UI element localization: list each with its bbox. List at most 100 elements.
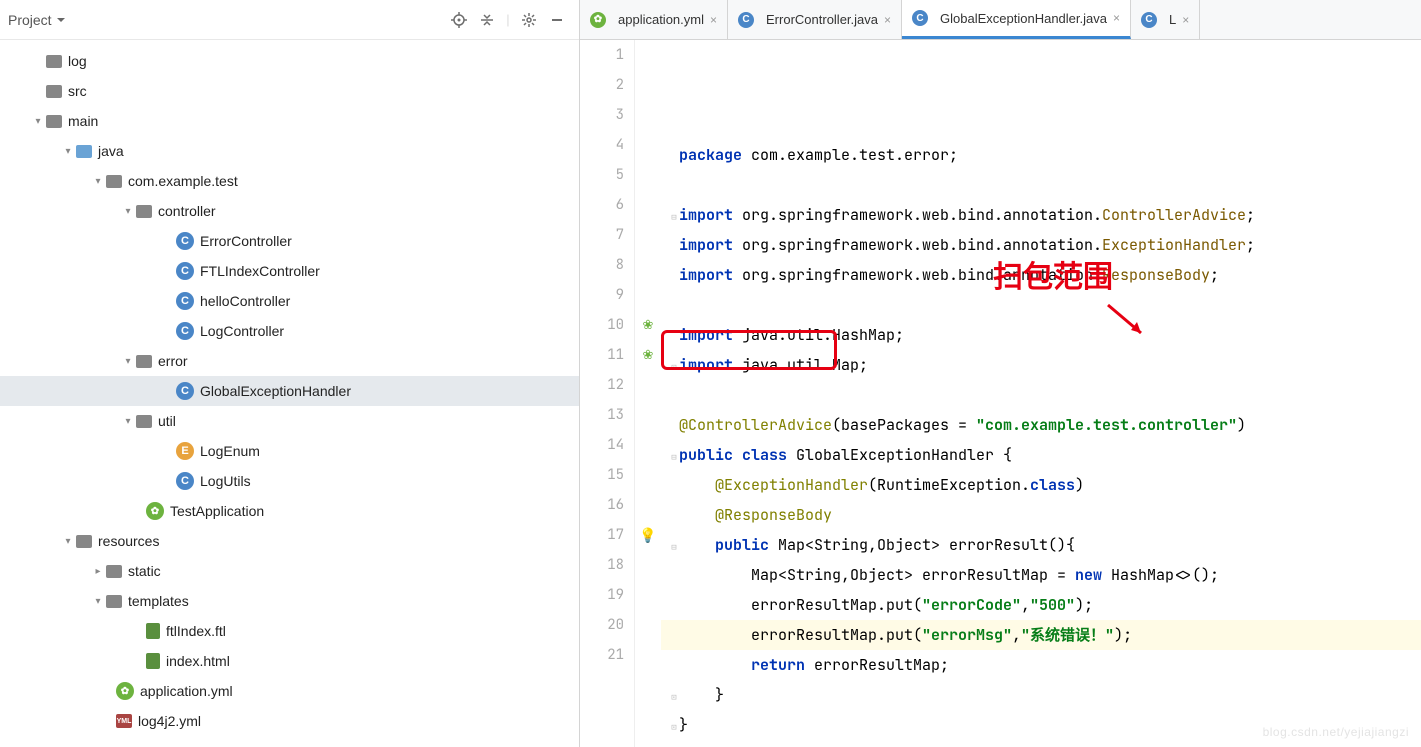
gutter-icon-slot bbox=[635, 550, 661, 580]
chevron-icon[interactable]: ▾ bbox=[120, 206, 136, 217]
tree-node[interactable]: GlobalExceptionHandler bbox=[0, 376, 579, 406]
tab-close-icon[interactable]: × bbox=[884, 13, 891, 27]
tree-node[interactable]: TestApplication bbox=[0, 496, 579, 526]
editor-tab[interactable]: GlobalExceptionHandler.java× bbox=[902, 0, 1131, 39]
code-line[interactable] bbox=[661, 380, 1421, 410]
code-line[interactable]: import java.util.HashMap; bbox=[661, 320, 1421, 350]
tree-node-label: src bbox=[68, 83, 87, 99]
collapse-icon[interactable] bbox=[473, 6, 501, 34]
fold-icon[interactable]: ⊟ bbox=[669, 202, 679, 232]
tree-node[interactable]: FTLIndexController bbox=[0, 256, 579, 286]
chevron-icon[interactable]: ▸ bbox=[90, 566, 106, 577]
tree-node-label: TestApplication bbox=[170, 503, 264, 519]
sidebar-title[interactable]: Project bbox=[8, 12, 66, 28]
tab-close-icon[interactable]: × bbox=[1182, 13, 1189, 27]
chevron-icon[interactable]: ▾ bbox=[60, 146, 76, 157]
tree-node-label: com.example.test bbox=[128, 173, 238, 189]
tree-node[interactable]: LogUtils bbox=[0, 466, 579, 496]
folder-icon bbox=[46, 115, 62, 128]
code-line[interactable]: errorResultMap.put("errorMsg","系统错误！"); bbox=[661, 620, 1421, 650]
chevron-icon[interactable]: ▾ bbox=[90, 176, 106, 187]
tree-node[interactable]: ▾util bbox=[0, 406, 579, 436]
editor-tab[interactable]: ErrorController.java× bbox=[728, 0, 902, 39]
chevron-icon[interactable]: ▾ bbox=[120, 356, 136, 367]
code-line[interactable]: import org.springframework.web.bind.anno… bbox=[661, 260, 1421, 290]
bulb-icon[interactable]: 💡 bbox=[639, 520, 656, 550]
tree-node[interactable]: log4j2.yml bbox=[0, 706, 579, 736]
gutter-icon-slot bbox=[635, 100, 661, 130]
sidebar-title-text: Project bbox=[8, 12, 52, 28]
code-area[interactable]: 扫包范围 package com.example.test.error;⊟imp… bbox=[661, 40, 1421, 747]
code-line[interactable]: errorResultMap.put("errorCode","500"); bbox=[661, 590, 1421, 620]
gutter-icon-slot bbox=[635, 400, 661, 430]
fold-icon[interactable]: ⊡ bbox=[669, 352, 679, 382]
dropdown-icon bbox=[56, 15, 66, 25]
folder-icon bbox=[106, 595, 122, 608]
tree-node[interactable]: ▾error bbox=[0, 346, 579, 376]
line-number: 16 bbox=[580, 490, 624, 520]
code-line[interactable]: ⊟import org.springframework.web.bind.ann… bbox=[661, 200, 1421, 230]
tree-node-label: ErrorController bbox=[200, 233, 292, 249]
code-line[interactable]: ⊟ public Map<String,Object> errorResult(… bbox=[661, 530, 1421, 560]
tree-node[interactable]: log bbox=[0, 46, 579, 76]
fold-icon[interactable]: ⊟ bbox=[669, 442, 679, 472]
minimize-icon[interactable] bbox=[543, 6, 571, 34]
chevron-icon[interactable]: ▾ bbox=[90, 596, 106, 607]
code-line[interactable]: return errorResultMap; bbox=[661, 650, 1421, 680]
project-tree[interactable]: logsrc▾main▾java▾com.example.test▾contro… bbox=[0, 40, 579, 747]
tree-node-label: LogController bbox=[200, 323, 284, 339]
tree-node[interactable]: application.yml bbox=[0, 676, 579, 706]
code-line[interactable]: Map<String,Object> errorResultMap = new … bbox=[661, 560, 1421, 590]
editor-tab[interactable]: application.yml× bbox=[580, 0, 728, 39]
class-icon bbox=[176, 382, 194, 400]
tree-node[interactable]: ▾main bbox=[0, 106, 579, 136]
editor-body: 123456789101112131415161718192021 ❀❀💡 扫包… bbox=[580, 40, 1421, 747]
line-number: 17 bbox=[580, 520, 624, 550]
code-line[interactable]: @ResponseBody bbox=[661, 500, 1421, 530]
editor-tab[interactable]: L× bbox=[1131, 0, 1200, 39]
chevron-icon[interactable]: ▾ bbox=[120, 416, 136, 427]
tree-node[interactable]: ErrorController bbox=[0, 226, 579, 256]
chevron-icon[interactable]: ▾ bbox=[30, 116, 46, 127]
spring-bean-icon[interactable]: ❀ bbox=[643, 340, 654, 370]
class-icon bbox=[912, 10, 928, 26]
code-line[interactable] bbox=[661, 290, 1421, 320]
gutter-icon-slot bbox=[635, 40, 661, 70]
fold-icon[interactable]: ⊡ bbox=[669, 682, 679, 712]
gear-icon[interactable] bbox=[515, 6, 543, 34]
tree-node[interactable]: index.html bbox=[0, 646, 579, 676]
code-line[interactable]: @ControllerAdvice(basePackages = "com.ex… bbox=[661, 410, 1421, 440]
code-line[interactable]: import org.springframework.web.bind.anno… bbox=[661, 230, 1421, 260]
tab-close-icon[interactable]: × bbox=[710, 13, 717, 27]
code-line[interactable] bbox=[661, 740, 1421, 747]
tree-node[interactable]: LogEnum bbox=[0, 436, 579, 466]
tree-node-label: FTLIndexController bbox=[200, 263, 320, 279]
code-line[interactable]: ⊡ } bbox=[661, 680, 1421, 710]
tree-node[interactable]: ▾java bbox=[0, 136, 579, 166]
line-number: 9 bbox=[580, 280, 624, 310]
gutter-icons: ❀❀ 💡 bbox=[635, 40, 661, 747]
tree-node[interactable]: helloController bbox=[0, 286, 579, 316]
code-line[interactable]: ⊟public class GlobalExceptionHandler { bbox=[661, 440, 1421, 470]
fold-icon[interactable]: ⊟ bbox=[669, 532, 679, 562]
tree-node[interactable]: ▾ com.example.test bbox=[0, 166, 579, 196]
target-icon[interactable] bbox=[445, 6, 473, 34]
code-line[interactable] bbox=[661, 170, 1421, 200]
class-icon bbox=[1141, 12, 1157, 28]
code-line[interactable]: ⊡import java.util.Map; bbox=[661, 350, 1421, 380]
gutter-icon-slot: ❀ bbox=[635, 340, 661, 370]
spring-bean-icon[interactable]: ❀ bbox=[643, 310, 654, 340]
tree-node[interactable]: ftlIndex.ftl bbox=[0, 616, 579, 646]
fold-icon[interactable]: ⊡ bbox=[669, 712, 679, 742]
code-line[interactable]: @ExceptionHandler(RuntimeException.class… bbox=[661, 470, 1421, 500]
tree-node[interactable]: ▾resources bbox=[0, 526, 579, 556]
tree-node[interactable]: src bbox=[0, 76, 579, 106]
tree-node[interactable]: ▾controller bbox=[0, 196, 579, 226]
code-line[interactable]: package com.example.test.error; bbox=[661, 140, 1421, 170]
tree-node[interactable]: ▾templates bbox=[0, 586, 579, 616]
tree-node[interactable]: LogController bbox=[0, 316, 579, 346]
chevron-icon[interactable]: ▾ bbox=[60, 536, 76, 547]
tab-close-icon[interactable]: × bbox=[1113, 11, 1120, 25]
tree-node[interactable]: ▸static bbox=[0, 556, 579, 586]
gutter-icon-slot: 💡 bbox=[635, 520, 661, 550]
